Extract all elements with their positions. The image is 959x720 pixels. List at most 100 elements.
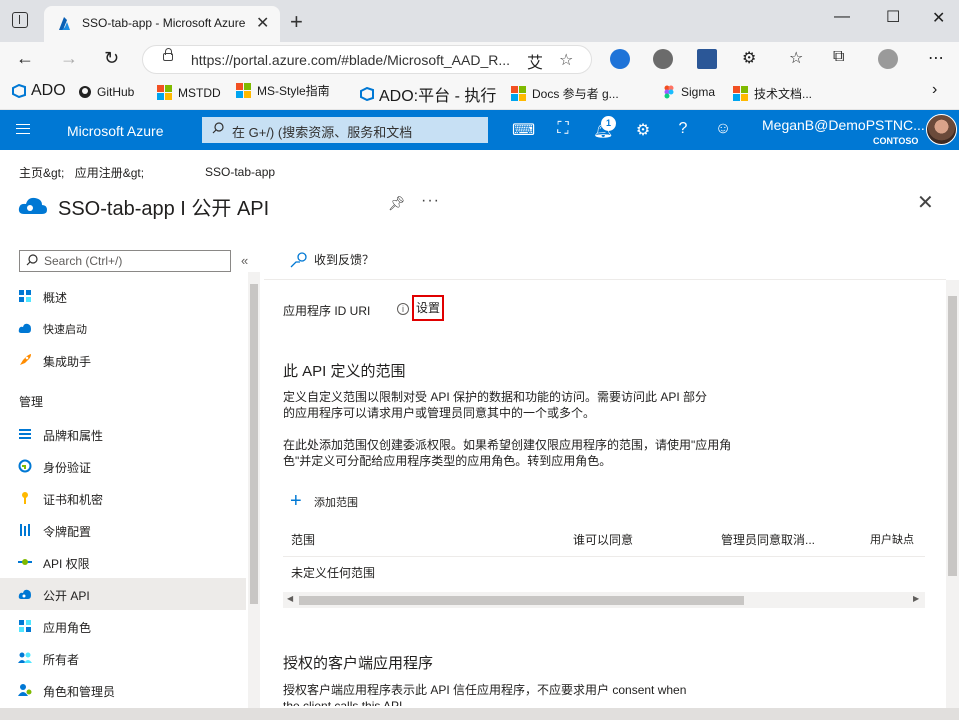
table-horizontal-scrollbar[interactable]: ◀ ▶ (283, 592, 925, 608)
microsoft-icon (511, 86, 526, 101)
column-header-admin-consent[interactable]: 管理员同意取消... (721, 531, 815, 548)
profile-icon[interactable] (878, 49, 898, 69)
set-app-id-uri-button[interactable]: 设置 (412, 295, 444, 321)
sidebar-item-expose-api[interactable]: 公开 API (0, 578, 246, 610)
breadcrumb-current: SSO-tab-app (205, 165, 276, 179)
sidebar-item-owners[interactable]: 所有者 (0, 642, 246, 674)
expose-api-icon (18, 589, 31, 599)
microsoft-icon (733, 86, 748, 101)
sidebar-item-quickstart[interactable]: 快速启动 (0, 312, 246, 344)
extension-shield-icon[interactable] (610, 49, 630, 69)
add-favorite-icon[interactable]: ☆ (559, 50, 573, 70)
url-text[interactable]: https://portal.azure.com/#blade/Microsof… (191, 52, 521, 68)
extension-word-icon[interactable] (697, 49, 717, 69)
close-tab-icon[interactable]: ✕ (256, 13, 269, 33)
lock-icon (163, 48, 173, 61)
directory-filter-icon[interactable]: ⛶ (553, 120, 573, 140)
sidebar-item-api-permissions[interactable]: API 权限 (0, 546, 246, 578)
column-header-who-can-consent[interactable]: 谁可以同意 (573, 531, 633, 548)
add-scope-button[interactable]: 添加范围 (314, 494, 358, 510)
back-icon[interactable]: ← (16, 48, 34, 69)
extension-gray-icon[interactable] (653, 49, 673, 69)
column-header-user-consent[interactable]: 用户缺点 (870, 531, 914, 547)
scopes-note: 在此处添加范围仅创建委派权限。如果希望创建仅限应用程序的范围，请使用"应用角色"… (283, 438, 732, 468)
scroll-left-icon[interactable]: ◀ (287, 594, 293, 603)
favorite-tech-docs[interactable]: 技术文档... (733, 85, 812, 102)
tab-actions-icon[interactable] (12, 12, 28, 28)
favorite-docs[interactable]: Docs 参与者 g... (511, 85, 619, 102)
minimize-icon[interactable]: — (834, 8, 850, 26)
address-bar[interactable]: https://portal.azure.com/#blade/Microsof… (142, 45, 592, 74)
info-icon[interactable]: i (397, 303, 409, 315)
sidebar-item-label: 应用角色 (43, 621, 92, 635)
notification-badge: 1 (601, 116, 616, 131)
collapse-sidebar-icon[interactable]: « (241, 253, 248, 268)
more-icon[interactable]: ··· (421, 192, 440, 210)
collections-icon[interactable]: ⧉ (833, 48, 844, 66)
favorite-ado-platform[interactable]: ADO:平台 - 执行 (360, 82, 496, 106)
close-icon[interactable]: ✕ (917, 190, 934, 215)
sidebar-item-overview[interactable]: 概述 (0, 280, 246, 312)
read-aloud-icon[interactable]: 艾 (527, 49, 543, 73)
maximize-icon[interactable]: ☐ (886, 7, 900, 27)
api-permissions-icon (18, 559, 32, 565)
main-scrollbar[interactable] (946, 280, 959, 708)
scroll-right-icon[interactable]: ▶ (913, 594, 919, 603)
sidebar-item-authentication[interactable]: 身份验证 (0, 450, 246, 482)
roles-admins-icon (18, 684, 32, 696)
pin-icon[interactable]: 📌︎ (388, 195, 406, 212)
settings-icon[interactable]: ⚙ (633, 120, 653, 140)
sidebar-item-label: 公开 API (43, 589, 90, 603)
scrollbar-thumb[interactable] (948, 296, 957, 576)
sidebar-item-roles-admins[interactable]: 角色和管理员 (0, 674, 246, 706)
favorite-github[interactable]: GitHub (78, 85, 134, 99)
favorite-sigma[interactable]: Sigma (662, 85, 715, 99)
sidebar-item-app-roles[interactable]: 应用角色 (0, 610, 246, 642)
settings-more-icon[interactable]: ⋯ (928, 48, 944, 68)
scrollbar-thumb[interactable] (299, 596, 744, 605)
add-icon[interactable]: + (290, 491, 302, 511)
account-name[interactable]: MeganB@DemoPSTNC... (762, 117, 925, 133)
close-window-icon[interactable]: ✕ (932, 8, 945, 28)
favorite-mstdd[interactable]: MSTDD (157, 85, 221, 100)
breadcrumb-app-registrations[interactable]: 应用注册&gt; (75, 166, 144, 180)
help-icon[interactable]: ? (673, 120, 693, 140)
favorite-ms-style[interactable]: MS-Style指南 (236, 82, 330, 99)
sidebar-item-label: 角色和管理员 (43, 685, 116, 699)
breadcrumb-home[interactable]: 主页&gt; (19, 166, 64, 180)
extensions-icon[interactable]: ⚙ (742, 48, 756, 68)
app-roles-icon (19, 620, 31, 632)
refresh-icon[interactable]: ↻ (104, 48, 119, 69)
tab-title: SSO-tab-app - Microsoft Azure (82, 16, 246, 30)
authorized-clients-description: 授权客户端应用程序表示此 API 信任应用程序，不应要求用户 consent w… (283, 683, 687, 706)
branding-icon (19, 429, 31, 439)
feedback-icon[interactable]: ☺ (713, 120, 733, 140)
sidebar-scrollbar[interactable] (248, 272, 260, 708)
app-registration-icon (18, 197, 47, 214)
azure-brand[interactable]: Microsoft Azure (67, 123, 163, 139)
browser-tab[interactable]: SSO-tab-app - Microsoft Azure ✕ (44, 6, 280, 42)
cloud-shell-icon[interactable]: ⌨ (512, 120, 535, 140)
sidebar-item-integration-assistant[interactable]: 集成助手 (0, 344, 246, 376)
favorite-ado[interactable]: ADO (12, 82, 66, 100)
chevron-right-icon[interactable]: › (932, 81, 937, 99)
key-icon (22, 492, 28, 504)
search-icon (212, 122, 224, 134)
scrollbar-thumb[interactable] (250, 284, 258, 604)
sidebar-item-certificates[interactable]: 证书和机密 (0, 482, 246, 514)
sidebar-item-branding[interactable]: 品牌和属性 (0, 418, 246, 450)
tenant-name: CONTOSO (873, 136, 919, 146)
menu-icon[interactable] (16, 124, 30, 134)
sidebar-item-label: API 权限 (43, 557, 90, 571)
sidebar-item-token-configuration[interactable]: 令牌配置 (0, 514, 246, 546)
column-header-scope[interactable]: 范围 (291, 531, 315, 548)
sidebar-search-input[interactable]: Search (Ctrl+/) (19, 250, 231, 272)
new-tab-icon[interactable]: + (290, 9, 303, 35)
favorites-icon[interactable]: ☆ (789, 48, 803, 68)
forward-icon[interactable]: → (60, 48, 78, 69)
sidebar-item-label: 证书和机密 (43, 493, 104, 507)
feedback-link[interactable]: 收到反馈？ (314, 251, 374, 268)
global-search-input[interactable]: 在 G+/) (搜索资源、服务和文档 (202, 117, 488, 143)
avatar[interactable] (926, 114, 957, 145)
token-icon (20, 524, 30, 536)
